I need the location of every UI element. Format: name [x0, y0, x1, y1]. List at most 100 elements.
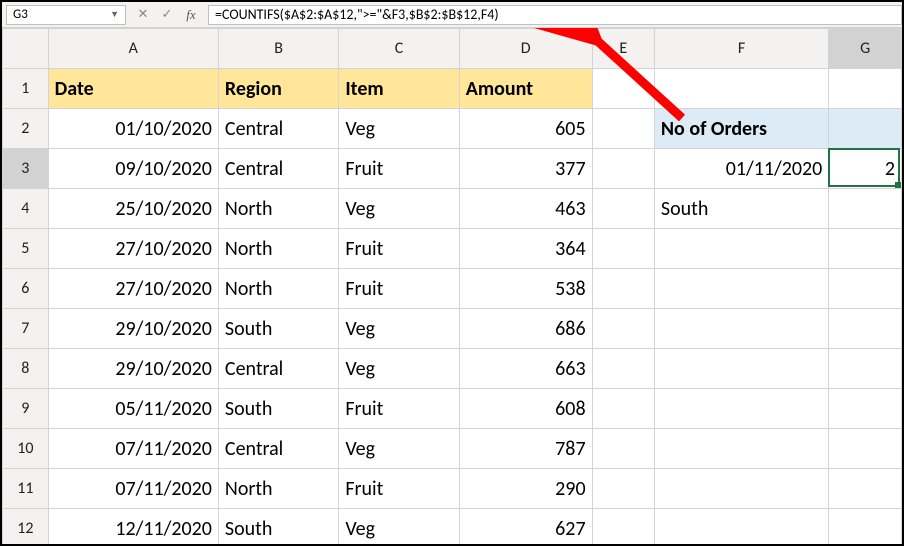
enter-icon[interactable]: ✓: [160, 7, 174, 22]
cell-G12[interactable]: [829, 509, 902, 545]
cell-F11[interactable]: [654, 469, 828, 509]
row-header-2[interactable]: 2: [3, 109, 49, 149]
cell-G5[interactable]: [829, 229, 902, 269]
row-header-6[interactable]: 6: [3, 269, 49, 309]
cell-C6[interactable]: Fruit: [339, 269, 459, 309]
cell-A9[interactable]: 05/11/2020: [48, 389, 218, 429]
cell-A11[interactable]: 07/11/2020: [48, 469, 218, 509]
fx-icon[interactable]: fx: [184, 7, 198, 23]
cell-F9[interactable]: [654, 389, 828, 429]
cell-A7[interactable]: 29/10/2020: [48, 309, 218, 349]
cell-F1[interactable]: [654, 69, 828, 109]
cell-C2[interactable]: Veg: [339, 109, 459, 149]
cell-E6[interactable]: [592, 269, 654, 309]
row-header-3[interactable]: 3: [3, 149, 49, 189]
cell-G4[interactable]: [829, 189, 902, 229]
cell-F2[interactable]: No of Orders: [654, 109, 828, 149]
cell-A2[interactable]: 01/10/2020: [48, 109, 218, 149]
col-header-D[interactable]: D: [459, 29, 592, 69]
cell-C8[interactable]: Veg: [339, 349, 459, 389]
cell-F12[interactable]: [654, 509, 828, 545]
cell-D12[interactable]: 627: [459, 509, 592, 545]
cell-A1[interactable]: Date: [48, 69, 218, 109]
cell-D2[interactable]: 605: [459, 109, 592, 149]
cell-F6[interactable]: [654, 269, 828, 309]
cell-E10[interactable]: [592, 429, 654, 469]
cell-E1[interactable]: [592, 69, 654, 109]
cell-C9[interactable]: Fruit: [339, 389, 459, 429]
cell-G7[interactable]: [829, 309, 902, 349]
cell-E12[interactable]: [592, 509, 654, 545]
cell-B4[interactable]: North: [218, 189, 338, 229]
row-header-12[interactable]: 12: [3, 509, 49, 545]
cell-F10[interactable]: [654, 429, 828, 469]
cell-D5[interactable]: 364: [459, 229, 592, 269]
row-header-7[interactable]: 7: [3, 309, 49, 349]
cell-B11[interactable]: North: [218, 469, 338, 509]
cell-G2[interactable]: [829, 109, 902, 149]
cell-A5[interactable]: 27/10/2020: [48, 229, 218, 269]
cell-F8[interactable]: [654, 349, 828, 389]
cell-B7[interactable]: South: [218, 309, 338, 349]
cell-E2[interactable]: [592, 109, 654, 149]
cell-B9[interactable]: South: [218, 389, 338, 429]
col-header-B[interactable]: B: [218, 29, 338, 69]
cell-G10[interactable]: [829, 429, 902, 469]
cell-C12[interactable]: Veg: [339, 509, 459, 545]
cell-G6[interactable]: [829, 269, 902, 309]
cell-A12[interactable]: 12/11/2020: [48, 509, 218, 545]
cell-F5[interactable]: [654, 229, 828, 269]
col-header-F[interactable]: F: [654, 29, 828, 69]
row-header-8[interactable]: 8: [3, 349, 49, 389]
cell-D10[interactable]: 787: [459, 429, 592, 469]
cell-E5[interactable]: [592, 229, 654, 269]
cell-B1[interactable]: Region: [218, 69, 338, 109]
cell-B2[interactable]: Central: [218, 109, 338, 149]
col-header-C[interactable]: C: [339, 29, 459, 69]
cell-D4[interactable]: 463: [459, 189, 592, 229]
row-header-10[interactable]: 10: [3, 429, 49, 469]
cell-E9[interactable]: [592, 389, 654, 429]
row-header-1[interactable]: 1: [3, 69, 49, 109]
cell-A3[interactable]: 09/10/2020: [48, 149, 218, 189]
select-all-corner[interactable]: [3, 29, 49, 69]
cell-D6[interactable]: 538: [459, 269, 592, 309]
cell-A4[interactable]: 25/10/2020: [48, 189, 218, 229]
cell-E4[interactable]: [592, 189, 654, 229]
cell-G9[interactable]: [829, 389, 902, 429]
cell-B10[interactable]: Central: [218, 429, 338, 469]
cell-F7[interactable]: [654, 309, 828, 349]
cell-F4[interactable]: South: [654, 189, 828, 229]
cell-G1[interactable]: [829, 69, 902, 109]
spreadsheet-grid[interactable]: A B C D E F G 1 Date Region Item Amount …: [2, 28, 902, 544]
cell-D7[interactable]: 686: [459, 309, 592, 349]
cell-B12[interactable]: South: [218, 509, 338, 545]
cell-B8[interactable]: Central: [218, 349, 338, 389]
formula-input[interactable]: =COUNTIFS($A$2:$A$12,">="&F3,$B$2:$B$12,…: [208, 5, 902, 25]
name-box[interactable]: G3 ▼: [6, 5, 126, 25]
cell-D11[interactable]: 290: [459, 469, 592, 509]
col-header-G[interactable]: G: [829, 29, 902, 69]
cell-A8[interactable]: 29/10/2020: [48, 349, 218, 389]
chevron-down-icon[interactable]: ▼: [110, 9, 119, 20]
cell-C11[interactable]: Fruit: [339, 469, 459, 509]
col-header-E[interactable]: E: [592, 29, 654, 69]
cell-C5[interactable]: Fruit: [339, 229, 459, 269]
cell-E11[interactable]: [592, 469, 654, 509]
cell-G11[interactable]: [829, 469, 902, 509]
row-header-11[interactable]: 11: [3, 469, 49, 509]
cell-E8[interactable]: [592, 349, 654, 389]
cell-G8[interactable]: [829, 349, 902, 389]
cell-C3[interactable]: Fruit: [339, 149, 459, 189]
cell-F3[interactable]: 01/11/2020: [654, 149, 828, 189]
cell-C1[interactable]: Item: [339, 69, 459, 109]
cell-D1[interactable]: Amount: [459, 69, 592, 109]
cell-A6[interactable]: 27/10/2020: [48, 269, 218, 309]
row-header-5[interactable]: 5: [3, 229, 49, 269]
cell-B3[interactable]: Central: [218, 149, 338, 189]
cell-D8[interactable]: 663: [459, 349, 592, 389]
cell-C10[interactable]: Veg: [339, 429, 459, 469]
cell-B5[interactable]: North: [218, 229, 338, 269]
cancel-icon[interactable]: ✕: [136, 7, 150, 22]
cell-D3[interactable]: 377: [459, 149, 592, 189]
